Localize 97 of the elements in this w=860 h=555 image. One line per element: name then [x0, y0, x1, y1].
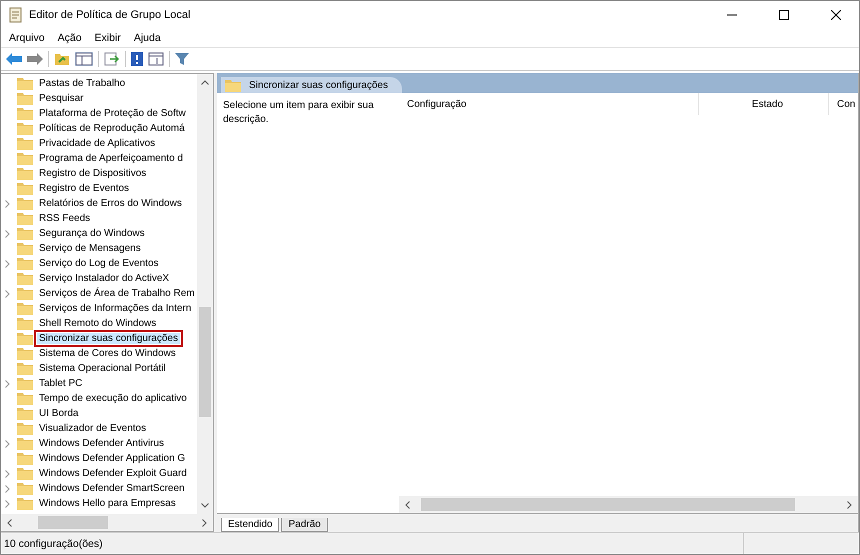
- folder-icon: [17, 122, 33, 135]
- folder-icon: [17, 377, 33, 390]
- scroll-left-icon[interactable]: [7, 518, 12, 526]
- menu-item[interactable]: Ação: [52, 32, 89, 44]
- menu-item[interactable]: Exibir: [88, 32, 128, 44]
- folder-icon: [17, 317, 33, 330]
- folder-icon: [17, 167, 33, 180]
- folder-icon: [17, 467, 33, 480]
- folder-icon: [17, 362, 33, 375]
- tree-item[interactable]: Registro de Eventos: [37, 183, 132, 194]
- tree-item[interactable]: Windows Defender Exploit Guard: [37, 468, 189, 479]
- tree-item[interactable]: Windows Hello para Empresas: [37, 498, 178, 509]
- back-arrow-icon[interactable]: [6, 53, 22, 65]
- tree-item[interactable]: Serviço Instalador do ActiveX: [37, 273, 172, 284]
- close-icon[interactable]: [831, 10, 841, 20]
- folder-icon: [17, 152, 33, 165]
- tree-item[interactable]: RSS Feeds: [37, 213, 92, 224]
- scrollbar-thumb[interactable]: [199, 307, 211, 417]
- tree-item[interactable]: Sistema Operacional Portátil: [37, 363, 168, 374]
- tree-item[interactable]: Serviço do Log de Eventos: [37, 258, 161, 269]
- app-icon: [9, 6, 23, 22]
- folder-icon: [17, 332, 33, 345]
- tree-item[interactable]: Visualizador de Eventos: [37, 423, 148, 434]
- tree-item[interactable]: Serviço de Mensagens: [37, 243, 143, 254]
- folder-icon: [17, 497, 33, 510]
- scroll-left-icon[interactable]: [405, 500, 410, 508]
- tree-item[interactable]: Tempo de execução do aplicativo: [37, 393, 189, 404]
- column-header[interactable]: Con: [829, 93, 858, 115]
- folder-icon: [17, 182, 33, 195]
- scrollbar-thumb[interactable]: [38, 516, 108, 529]
- folder-icon: [17, 242, 33, 255]
- folder-icon: [17, 227, 33, 240]
- description-text: Selecione um item para exibir sua descrição.: [223, 100, 374, 125]
- folder-icon: [17, 347, 33, 360]
- tree-item[interactable]: Relatórios de Erros do Windows: [37, 198, 184, 209]
- folder-icon: [17, 302, 33, 315]
- folder-icon: [17, 257, 33, 270]
- menu-item[interactable]: Arquivo: [3, 32, 52, 44]
- status-text: 10 configuração(ões): [4, 538, 103, 550]
- tree-item[interactable]: Programa de Aperfeiçoamento d: [37, 153, 185, 164]
- scrollbar-thumb[interactable]: [421, 498, 795, 511]
- scroll-down-icon[interactable]: [201, 503, 209, 508]
- menu-item[interactable]: Ajuda: [128, 32, 168, 44]
- folder-icon: [17, 197, 33, 210]
- scroll-right-icon[interactable]: [847, 500, 852, 508]
- window-pane-icon[interactable]: [148, 52, 164, 66]
- expand-chevron-icon[interactable]: [4, 380, 10, 388]
- view-tab[interactable]: Padrão: [281, 518, 328, 532]
- folder-icon: [17, 272, 33, 285]
- scroll-right-icon[interactable]: [202, 518, 207, 526]
- tree-item[interactable]: Tablet PC: [37, 378, 84, 389]
- folder-icon: [17, 212, 33, 225]
- folder-icon: [17, 392, 33, 405]
- scroll-up-icon[interactable]: [201, 80, 209, 85]
- tree-item[interactable]: UI Borda: [37, 408, 80, 419]
- folder-icon: [225, 78, 241, 92]
- folder-icon: [17, 137, 33, 150]
- expand-chevron-icon[interactable]: [4, 440, 10, 448]
- folder-icon: [17, 407, 33, 420]
- tree-item[interactable]: Shell Remoto do Windows: [37, 318, 158, 329]
- folder-icon: [17, 77, 33, 90]
- maximize-icon[interactable]: [779, 10, 789, 20]
- tree-item[interactable]: Registro de Dispositivos: [37, 168, 148, 179]
- tree-item[interactable]: Pastas de Trabalho: [37, 78, 128, 89]
- tree-item[interactable]: Sistema de Cores do Windows: [37, 348, 178, 359]
- expand-chevron-icon[interactable]: [4, 230, 10, 238]
- column-header[interactable]: Estado: [699, 93, 829, 115]
- folder-icon: [17, 287, 33, 300]
- folder-icon: [17, 437, 33, 450]
- tree-item[interactable]: Privacidade de Aplicativos: [37, 138, 158, 149]
- tree-item[interactable]: Sincronizar suas configurações: [37, 333, 180, 344]
- export-icon[interactable]: [104, 52, 120, 66]
- expand-chevron-icon[interactable]: [4, 290, 10, 298]
- expand-chevron-icon[interactable]: [4, 200, 10, 208]
- folder-icon: [17, 452, 33, 465]
- section-title: Sincronizar suas configurações: [249, 80, 388, 90]
- expand-chevron-icon[interactable]: [4, 260, 10, 268]
- tree-item[interactable]: Políticas de Reprodução Automá: [37, 123, 187, 134]
- tree-item[interactable]: Windows Defender SmartScreen: [37, 483, 187, 494]
- filter-icon[interactable]: [175, 52, 189, 66]
- folder-icon: [17, 482, 33, 495]
- window-title: Editor de Política de Grupo Local: [29, 8, 190, 20]
- tree-item[interactable]: Windows Defender Antivirus: [37, 438, 166, 449]
- column-header[interactable]: Configuração: [399, 93, 699, 115]
- tree-item[interactable]: Serviços de Área de Trabalho Rem: [37, 288, 197, 299]
- tree-item[interactable]: Serviços de Informações da Intern: [37, 303, 194, 314]
- view-tab[interactable]: Estendido: [221, 518, 280, 532]
- tree-item[interactable]: Pesquisar: [37, 93, 86, 104]
- folder-icon: [17, 422, 33, 435]
- folder-icon: [17, 107, 33, 120]
- folder-icon: [17, 92, 33, 105]
- tree-item[interactable]: Segurança do Windows: [37, 228, 147, 239]
- folder-up-icon[interactable]: [54, 52, 70, 66]
- tree-item[interactable]: Windows Defender Application G: [37, 453, 188, 464]
- console-tree-icon[interactable]: [75, 52, 93, 66]
- tree-item[interactable]: Plataforma de Proteção de Softw: [37, 108, 188, 119]
- forward-arrow-icon[interactable]: [27, 53, 43, 65]
